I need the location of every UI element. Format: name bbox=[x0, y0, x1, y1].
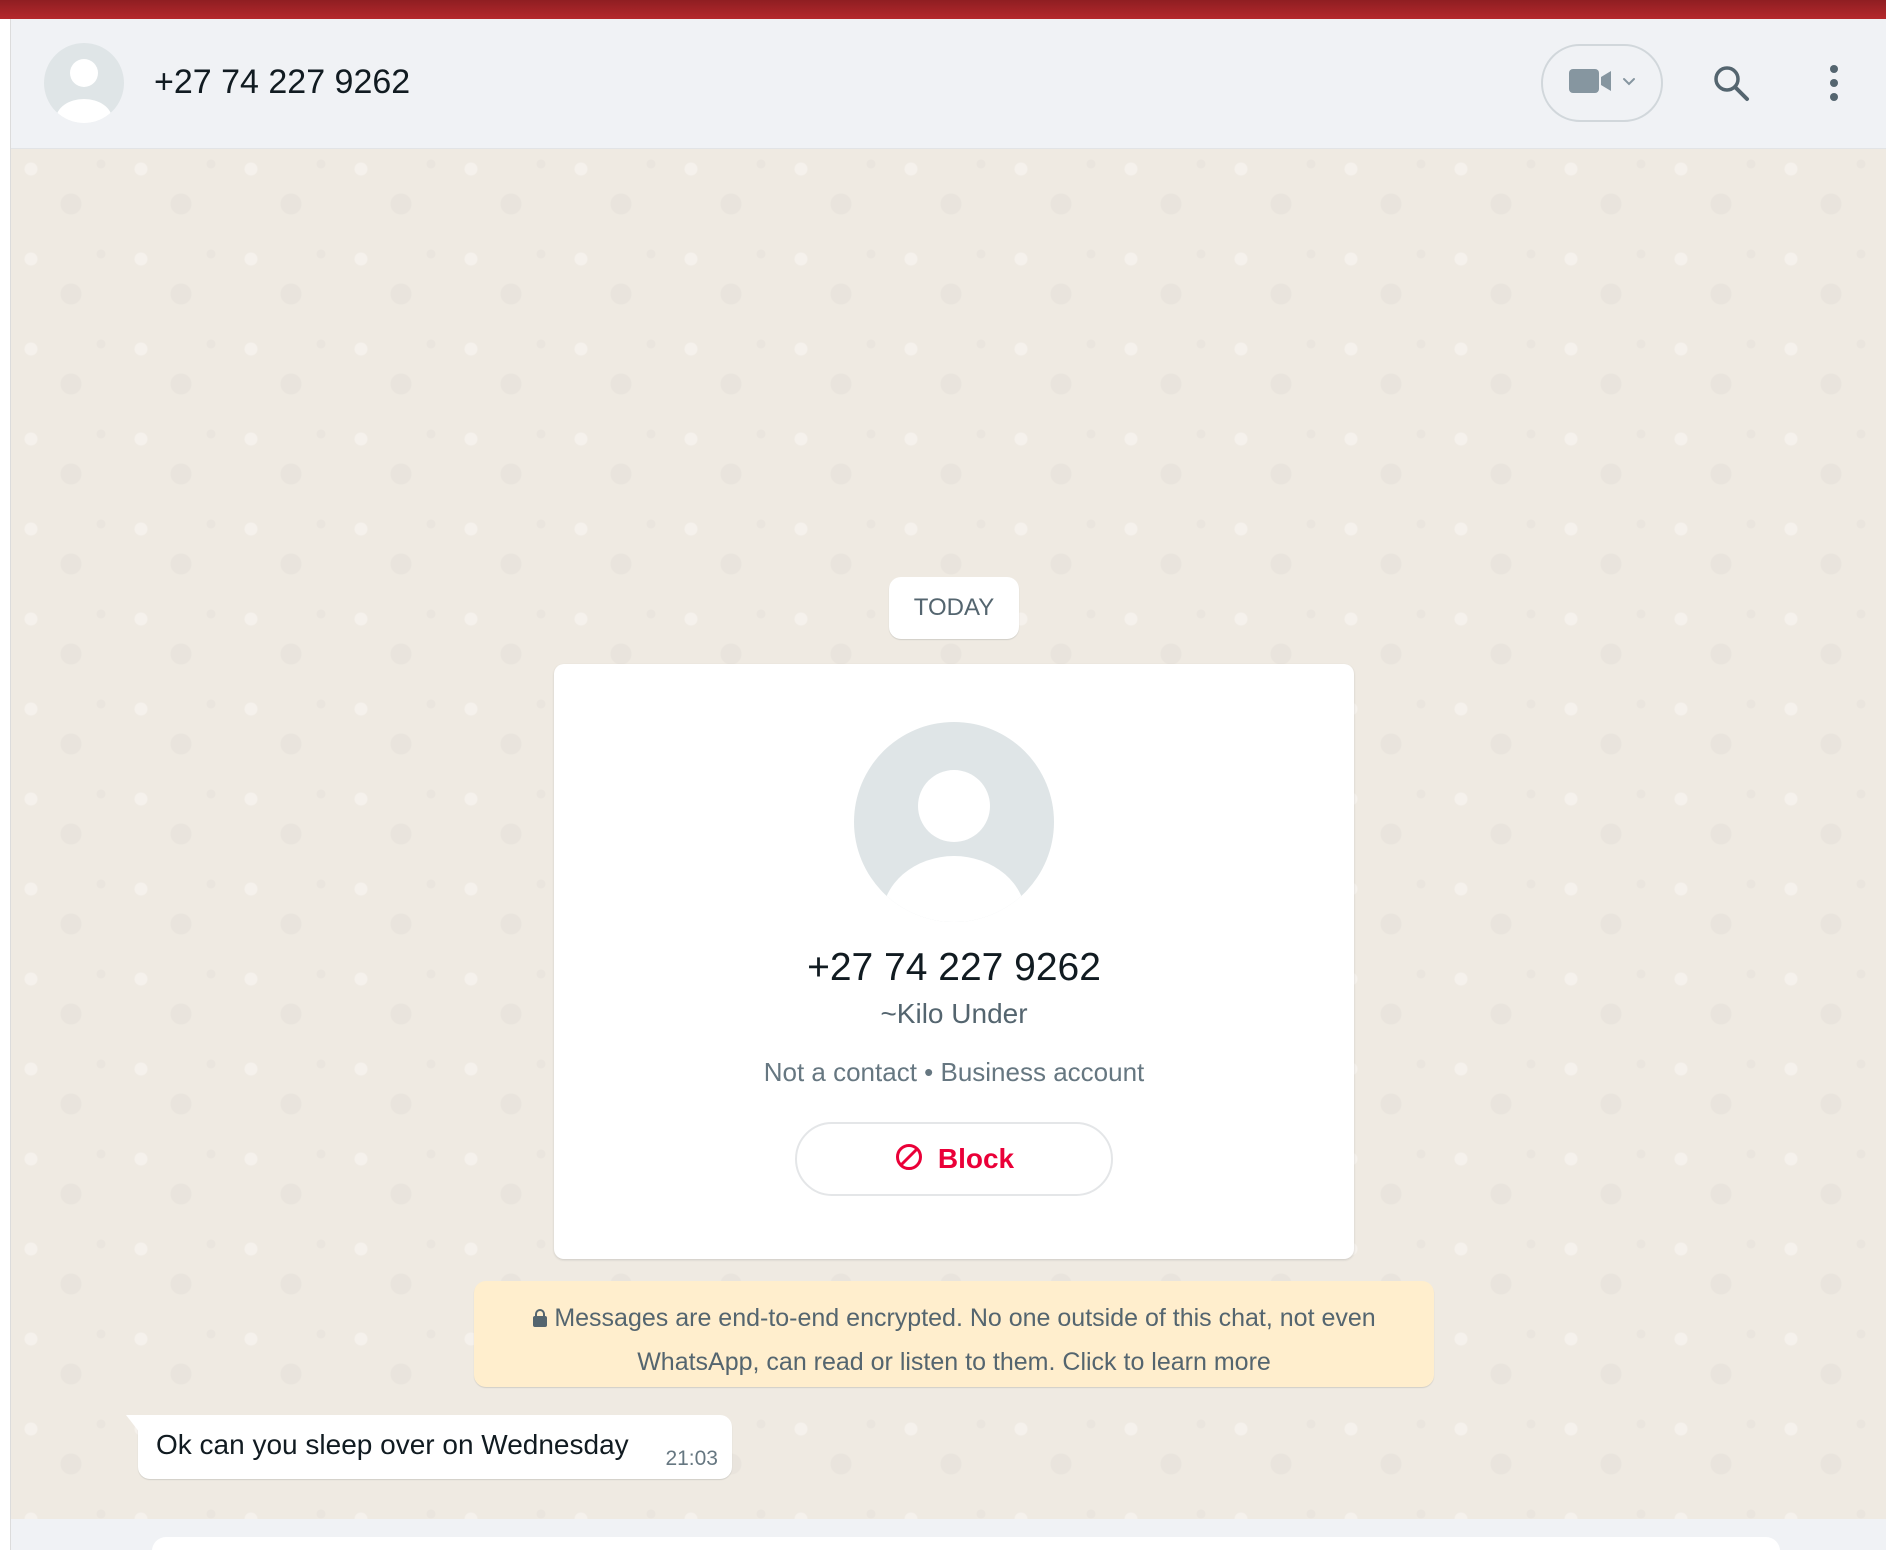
contact-title[interactable]: +27 74 227 9262 bbox=[154, 63, 410, 102]
incoming-message[interactable]: Ok can you sleep over on Wednesday 21:03 bbox=[126, 1415, 732, 1479]
encryption-text: Messages are end-to-end encrypted. No on… bbox=[554, 1304, 1376, 1376]
default-avatar-icon[interactable] bbox=[854, 722, 1054, 922]
date-chip: TODAY bbox=[889, 577, 1019, 639]
video-camera-icon bbox=[1568, 66, 1614, 101]
video-call-button[interactable] bbox=[1541, 44, 1663, 122]
browser-top-strip bbox=[0, 0, 1886, 19]
message-area[interactable]: TODAY +27 74 227 9262 ~Kilo Under Not a … bbox=[11, 149, 1886, 1519]
profile-card: +27 74 227 9262 ~Kilo Under Not a contac… bbox=[554, 664, 1354, 1259]
chevron-down-icon bbox=[1622, 74, 1636, 92]
block-button[interactable]: Block bbox=[795, 1122, 1113, 1196]
chat-list-edge bbox=[0, 19, 11, 1550]
default-avatar-icon[interactable] bbox=[44, 43, 124, 123]
profile-status: Not a contact • Business account bbox=[763, 1057, 1145, 1087]
profile-name: ~Kilo Under bbox=[880, 998, 1028, 1029]
message-text: Ok can you sleep over on Wednesday bbox=[156, 1429, 629, 1460]
encryption-notice[interactable]: Messages are end-to-end encrypted. No on… bbox=[474, 1281, 1434, 1387]
search-icon[interactable] bbox=[1701, 53, 1761, 113]
block-label: Block bbox=[937, 1143, 1015, 1174]
vertical-dots-icon[interactable] bbox=[1804, 53, 1864, 113]
message-input[interactable] bbox=[152, 1537, 1780, 1550]
message-time: 21:03 bbox=[665, 1447, 718, 1470]
bubble-tail bbox=[126, 1415, 140, 1433]
composer-bar bbox=[11, 1519, 1886, 1550]
chat-window: +27 74 227 9262 TODAY +27 74 227 9262 ~K… bbox=[0, 0, 1886, 1550]
block-icon bbox=[894, 1142, 924, 1177]
profile-phone: +27 74 227 9262 bbox=[807, 946, 1101, 989]
lock-icon bbox=[532, 1299, 548, 1341]
chat-header[interactable]: +27 74 227 9262 bbox=[11, 19, 1886, 149]
